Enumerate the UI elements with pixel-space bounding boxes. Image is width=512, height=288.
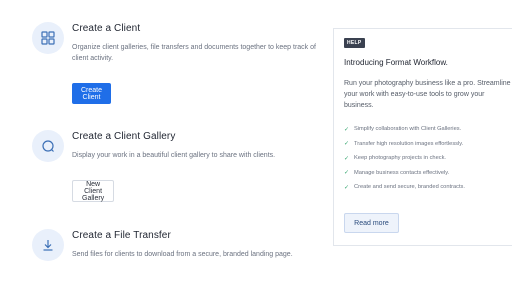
feature-item: ✓ Create and send secure, branded contrac… (344, 184, 465, 191)
check-icon: ✓ (344, 155, 350, 162)
help-badge: HELP (344, 38, 365, 48)
new-client-gallery-button[interactable]: New Client Gallery (72, 180, 115, 202)
gallery-icon (32, 130, 64, 162)
feature-item: ✓ Keep photography projects in check. (344, 155, 447, 162)
section-description: Organize client galleries, file transfer… (72, 44, 316, 62)
check-icon: ✓ (344, 170, 350, 177)
section-description: Display your work in a beautiful client … (72, 152, 276, 159)
read-more-button[interactable]: Read more (344, 213, 399, 233)
create-client-button[interactable]: Create Client (72, 83, 112, 104)
feature-item: ✓ Simplify collaboration with Client Gall… (344, 126, 462, 133)
section-title: Create a File Transfer (72, 230, 171, 241)
download-arrow-icon (32, 229, 64, 261)
feature-item: ✓ Manage business contacts effectively. (344, 169, 450, 177)
feature-list: ✓ Simplify collaboration with Client Gall… (344, 122, 465, 195)
check-icon: ✓ (344, 126, 350, 133)
section-title: Create a Client Gallery (72, 131, 176, 142)
feature-item: ✓ Transfer high resolution images effortl… (344, 140, 464, 148)
section-title: Create a Client (72, 23, 141, 34)
check-icon: ✓ (344, 184, 350, 191)
client-grid-icon (32, 22, 64, 54)
help-panel-description: Run your photography business like a pro… (344, 80, 511, 109)
section-description: Send files for clients to download from … (72, 251, 293, 258)
help-panel-title: Introducing Format Workflow. (344, 58, 448, 67)
check-icon: ✓ (344, 141, 350, 148)
help-panel: HELP Introducing Format Workflow. Run yo… (333, 28, 512, 246)
